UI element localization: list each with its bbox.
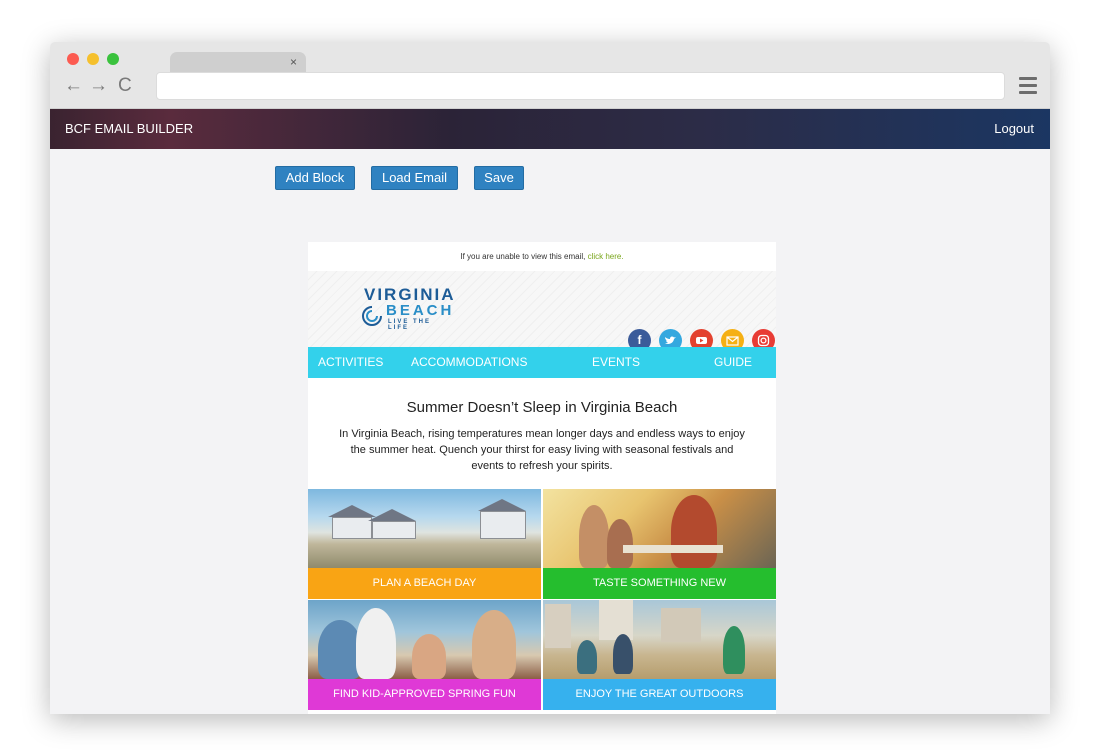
tile-plan-beach-day[interactable]: PLAN A BEACH DAY: [308, 489, 541, 599]
close-window-button[interactable]: [67, 53, 79, 65]
load-email-button[interactable]: Load Email: [371, 166, 458, 190]
nav-item-activities[interactable]: ACTIVITIES: [318, 347, 383, 378]
tile-label: PLAN A BEACH DAY: [308, 568, 541, 599]
app-header: BCF EMAIL BUILDER Logout: [50, 109, 1050, 149]
browser-window: × ← → C BCF EMAIL BUILDER Logout Add Blo…: [50, 42, 1050, 714]
logout-link[interactable]: Logout: [994, 121, 1034, 136]
email-body-copy: In Virginia Beach, rising temperatures m…: [339, 428, 745, 472]
tab-close-icon[interactable]: ×: [290, 54, 297, 70]
save-button[interactable]: Save: [474, 166, 524, 190]
preheader-text: If you are unable to view this email,: [460, 252, 586, 261]
hamburger-menu-icon[interactable]: [1019, 77, 1037, 94]
minimize-window-button[interactable]: [87, 53, 99, 65]
virginia-beach-logo[interactable]: VIRGINIA BEACH LIVE THE LIFE: [360, 285, 455, 331]
browser-chrome: × ← → C: [50, 42, 1050, 109]
logo-tagline: LIVE THE LIFE: [388, 319, 432, 331]
nav-item-events[interactable]: EVENTS: [592, 347, 640, 378]
tile-taste-something-new[interactable]: TASTE SOMETHING NEW: [543, 489, 776, 599]
logo-line2: BEACH: [386, 302, 455, 319]
beach-houses-image: [308, 489, 541, 568]
email-preheader: If you are unable to view this email, cl…: [308, 242, 776, 271]
email-nav-bar: ACTIVITIES ACCOMMODATIONS EVENTS GUIDE: [308, 347, 776, 378]
tile-label: TASTE SOMETHING NEW: [543, 568, 776, 599]
back-arrow-icon[interactable]: ←: [64, 76, 83, 96]
forward-arrow-icon[interactable]: →: [89, 76, 108, 96]
maximize-window-button[interactable]: [107, 53, 119, 65]
email-headline: Summer Doesn’t Sleep in Virginia Beach: [406, 399, 678, 416]
add-block-button[interactable]: Add Block: [275, 166, 355, 190]
nav-item-accommodations[interactable]: ACCOMMODATIONS: [411, 347, 527, 378]
view-online-link[interactable]: click here.: [588, 252, 624, 261]
family-beach-image: [308, 600, 541, 679]
wave-logo-icon: [362, 306, 382, 326]
tile-label: FIND KID-APPROVED SPRING FUN: [308, 679, 541, 710]
reload-icon[interactable]: C: [118, 76, 132, 96]
tile-kid-approved-fun[interactable]: FIND KID-APPROVED SPRING FUN: [308, 600, 541, 710]
browser-tab[interactable]: ×: [170, 52, 306, 72]
address-bar[interactable]: [156, 72, 1005, 100]
email-preview: If you are unable to view this email, cl…: [308, 242, 776, 714]
family-dining-image: [543, 489, 776, 568]
tile-label: ENJOY THE GREAT OUTDOORS: [543, 679, 776, 710]
app-title: BCF EMAIL BUILDER: [65, 121, 194, 136]
nav-item-guide[interactable]: GUIDE: [714, 347, 752, 378]
beach-yoga-image: [543, 600, 776, 679]
tile-great-outdoors[interactable]: ENJOY THE GREAT OUTDOORS: [543, 600, 776, 710]
email-brand-header: VIRGINIA BEACH LIVE THE LIFE f: [308, 271, 776, 352]
